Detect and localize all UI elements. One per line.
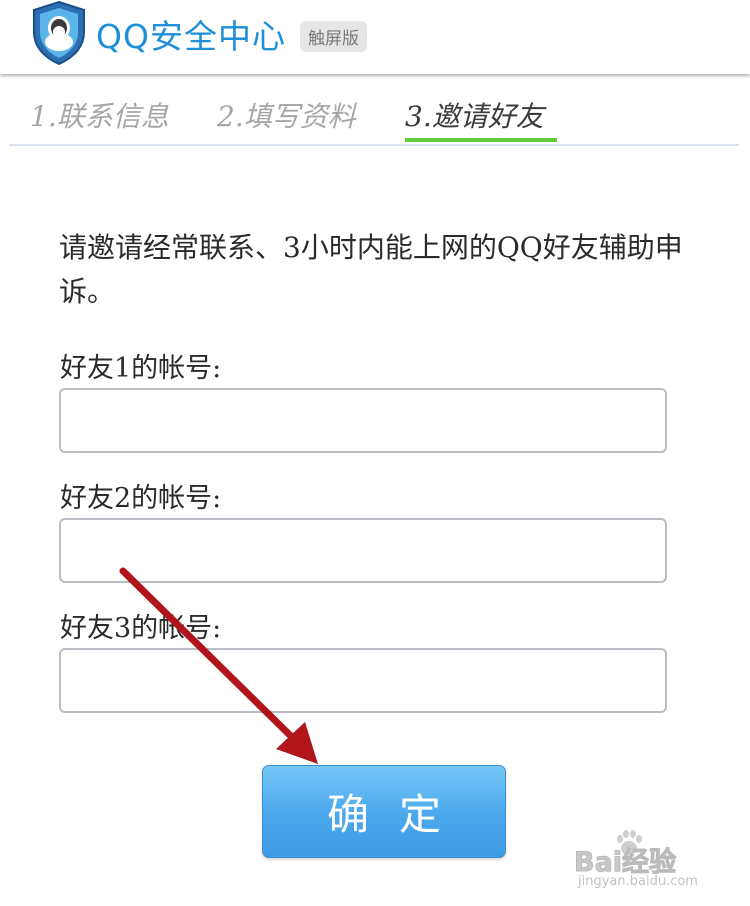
step-3-invite-friends[interactable]: 3.邀请好友 bbox=[405, 95, 544, 135]
friend-3-account-input[interactable] bbox=[59, 648, 667, 713]
qq-shield-logo-icon bbox=[33, 0, 85, 66]
app-header: QQ安全中心 触屏版 bbox=[0, 0, 750, 74]
step-tabs: 1.联系信息 2.填写资料 3.邀请好友 bbox=[0, 74, 750, 146]
baidu-jingyan-watermark: Bai经验 jingyan.baidu.com bbox=[572, 828, 712, 890]
step-1-contact-info[interactable]: 1.联系信息 bbox=[30, 95, 169, 135]
instruction-text: 请邀请经常联系、3小时内能上网的QQ好友辅助申诉。 bbox=[59, 231, 683, 308]
friend-2-label: 好友2的帐号: bbox=[60, 483, 222, 514]
friend-1-account-input[interactable] bbox=[59, 388, 667, 453]
friend-1-label: 好友1的帐号: bbox=[60, 353, 222, 384]
friend-3-label: 好友3的帐号: bbox=[60, 613, 222, 644]
friend-2-account-input[interactable] bbox=[59, 518, 667, 583]
watermark-url: jingyan.baidu.com bbox=[578, 874, 698, 889]
active-step-indicator bbox=[405, 138, 557, 142]
edition-badge: 触屏版 bbox=[300, 21, 367, 52]
steps-divider bbox=[9, 144, 739, 146]
step-2-fill-info[interactable]: 2.填写资料 bbox=[217, 95, 356, 135]
confirm-button[interactable]: 确定 bbox=[262, 765, 506, 858]
app-title: QQ安全中心 bbox=[96, 17, 286, 56]
